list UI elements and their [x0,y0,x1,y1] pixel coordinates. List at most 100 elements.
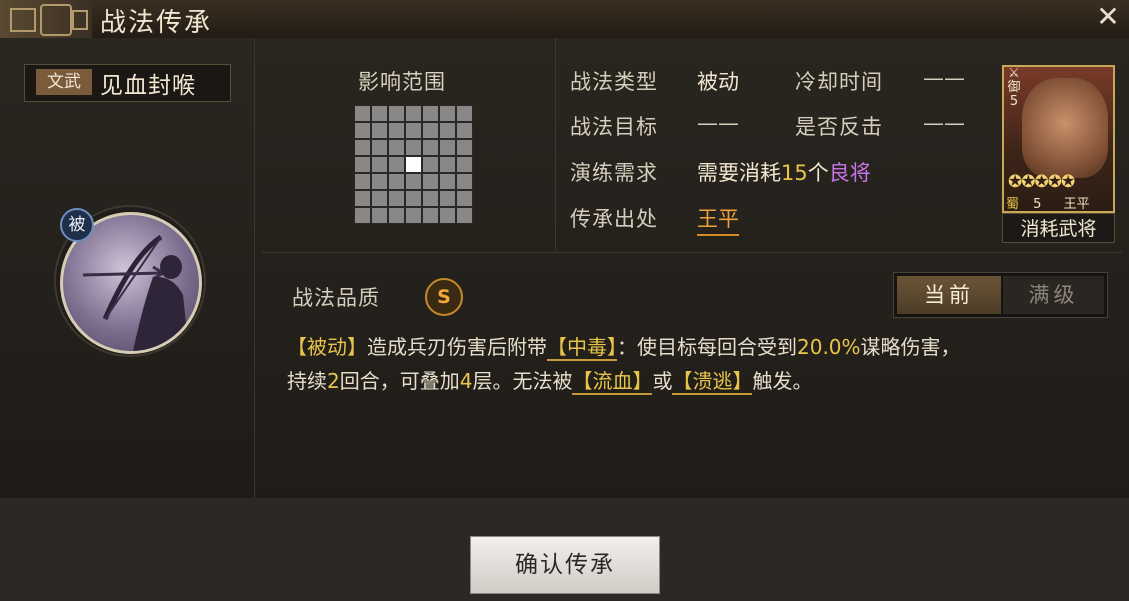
title-ornament [0,0,92,38]
tab-current[interactable]: 当前 [897,276,1001,314]
divider-vertical [555,38,556,251]
hero-level: 5 [1033,197,1042,212]
range-grid [354,105,473,224]
range-cell [389,106,404,121]
range-cell [355,123,370,138]
desc-text: 或 [652,369,673,393]
range-cell [406,191,421,206]
range-cell [406,123,421,138]
quality-badge: S [425,278,463,316]
range-cell [457,208,472,223]
range-cell [457,106,472,121]
desc-text: 造成兵刃伤害后附带 [367,335,547,359]
range-cell [372,140,387,155]
divider-horizontal [262,252,1122,253]
range-cell [423,157,438,172]
range-cell [372,208,387,223]
skill-type-value: 被动 [697,70,739,94]
passive-badge: 被 [60,208,94,242]
range-cell [406,208,421,223]
window-title: 战法传承 [100,8,213,38]
range-cell [372,191,387,206]
desc-number: 2 [327,369,340,393]
range-cell [457,174,472,189]
train-requirement-value: 需要消耗15个良将 [697,157,871,187]
range-cell [423,174,438,189]
range-cell [389,123,404,138]
skill-category-tag: 文武 [36,69,92,95]
desc-keyword-passive: 【被动】 [287,335,367,359]
range-cell [389,208,404,223]
hero-stars: ✪✪✪✪✪ [1008,172,1075,192]
range-cell-center [406,157,421,172]
range-cell [389,140,404,155]
range-cell [423,106,438,121]
range-cell [389,174,404,189]
range-cell [440,208,455,223]
desc-keyword-bleed[interactable]: 【流血】 [572,369,653,395]
range-cell [355,106,370,121]
counter-label: 是否反击 [795,115,883,139]
hero-cost: ⚔ 御 5 [1004,67,1024,109]
desc-text: ：使目标每回合受到 [617,335,797,359]
range-cell [440,174,455,189]
counter-value: —— [923,111,965,135]
range-cell [423,140,438,155]
desc-number: 4 [459,369,473,393]
confirm-inherit-button[interactable]: 确认传承 [470,536,660,594]
range-cell [355,174,370,189]
range-cell [440,140,455,155]
hero-cost-value: 5 [1009,94,1019,109]
range-cell [440,106,455,121]
hero-cost-icon: ⚔ [1008,66,1020,81]
cooldown-value: —— [923,66,965,90]
range-cell [372,123,387,138]
hero-caption: 消耗武将 [1002,213,1115,243]
hero-info-row: 蜀 5 王平 [1004,193,1113,212]
hero-cost-label: 御 [1007,80,1021,95]
cooldown-label: 冷却时间 [795,70,883,94]
desc-keyword-poison[interactable]: 【中毒】 [547,335,617,361]
skill-target-value: —— [697,111,739,135]
skill-name: 见血封喉 [100,73,196,99]
quality-label: 战法品质 [292,286,380,310]
range-cell [355,140,370,155]
train-prefix: 需要消耗 [697,161,781,185]
desc-text: 回合，可叠加 [339,369,460,393]
train-requirement-label: 演练需求 [570,161,658,185]
range-cell [372,157,387,172]
range-cell [440,123,455,138]
train-count: 15 [781,161,808,185]
desc-keyword-rout[interactable]: 【溃逃】 [672,369,753,395]
hero-faction: 蜀 [1006,197,1020,212]
range-cell [457,191,472,206]
desc-text: 谋略伤害， [860,335,961,359]
range-cell [389,191,404,206]
source-hero-link[interactable]: 王平 [697,203,739,236]
skill-target-label: 战法目标 [570,115,658,139]
range-label: 影响范围 [358,70,446,94]
source-label: 传承出处 [570,207,658,231]
range-cell [457,123,472,138]
range-cell [406,106,421,121]
range-cell [457,157,472,172]
close-icon[interactable]: ✕ [1093,2,1123,32]
range-cell [372,174,387,189]
range-cell [423,208,438,223]
range-cell [406,174,421,189]
hero-portrait [1022,78,1108,178]
range-cell [355,191,370,206]
range-cell [457,140,472,155]
skill-type-label: 战法类型 [570,70,658,94]
range-cell [423,123,438,138]
train-item: 良将 [828,161,871,185]
range-cell [355,157,370,172]
train-unit: 个 [807,161,829,185]
range-cell [372,106,387,121]
skill-description: 【被动】造成兵刃伤害后附带【中毒】：使目标每回合受到20.0%谋略伤害， 持续2… [287,330,1117,398]
hero-name: 王平 [1063,197,1090,212]
range-cell [440,157,455,172]
range-cell [423,191,438,206]
range-cell [440,191,455,206]
tab-max-level[interactable]: 满级 [1003,276,1104,314]
